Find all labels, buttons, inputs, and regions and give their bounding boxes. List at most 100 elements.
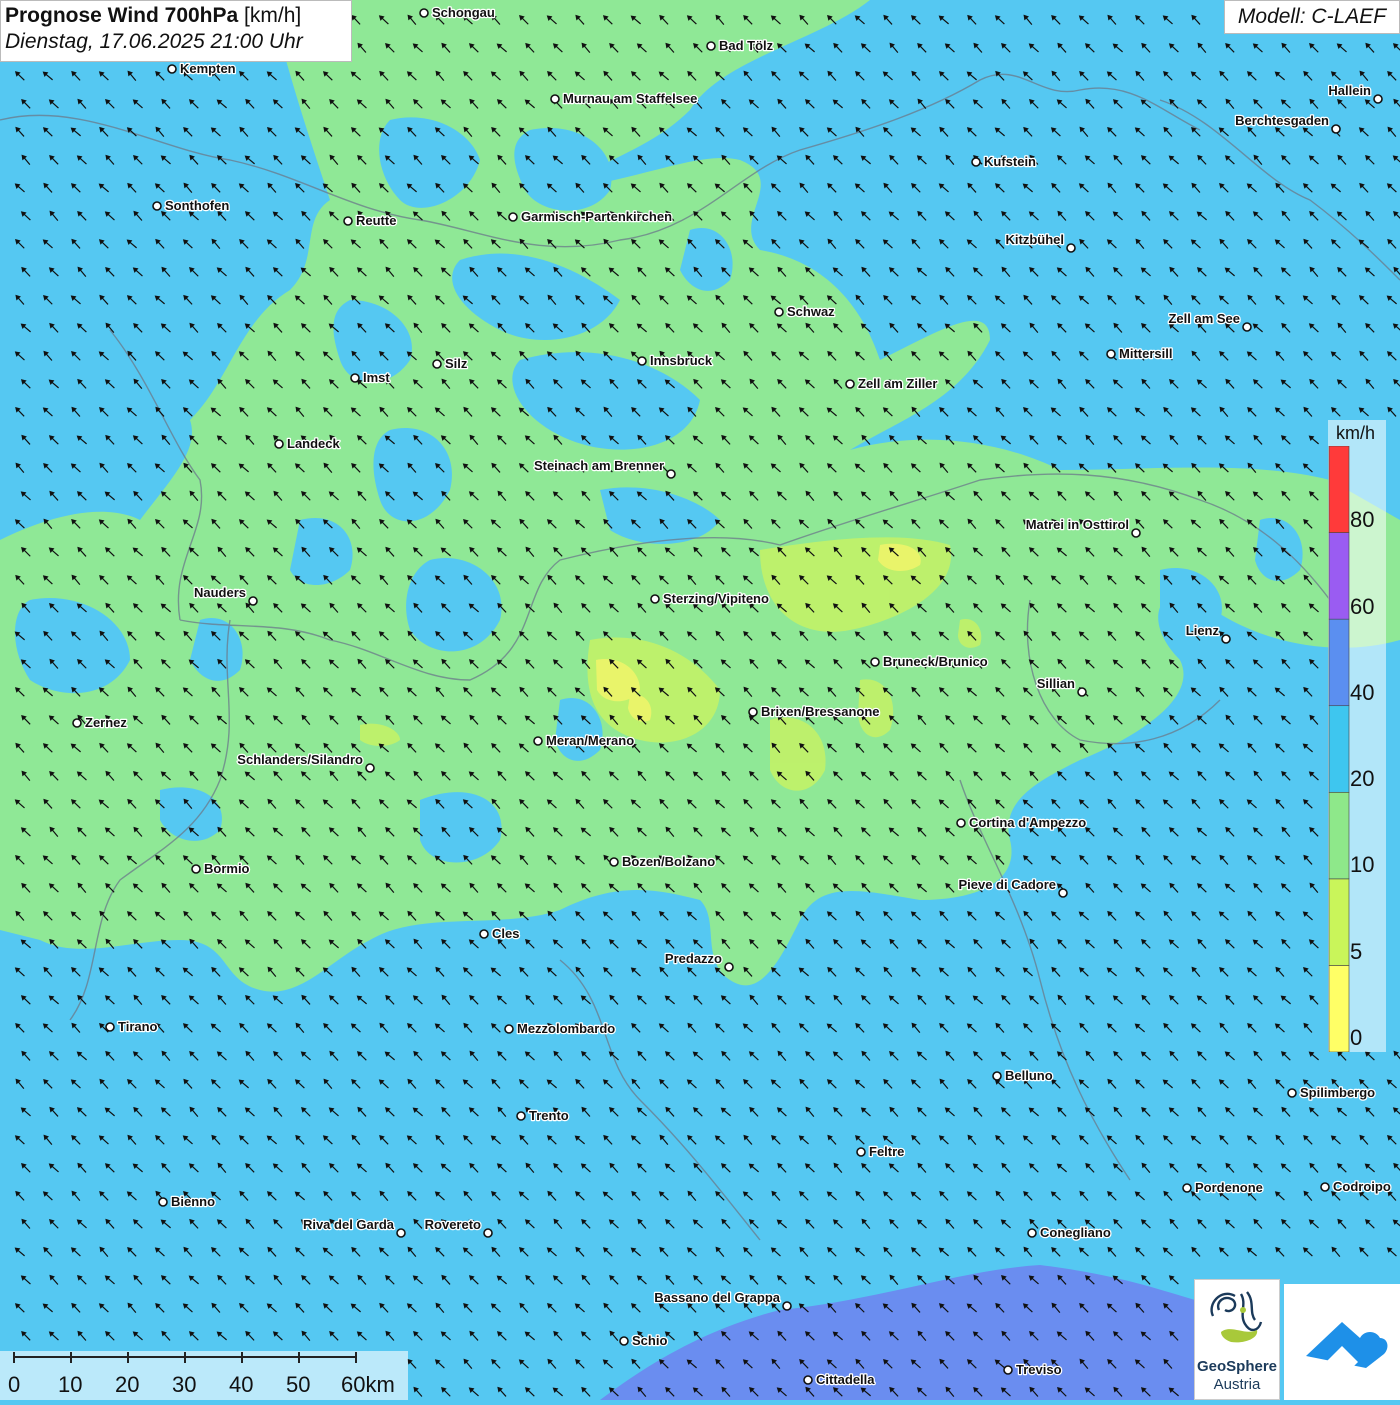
city-marker: Sterzing/Vipiteno: [650, 590, 770, 607]
city-marker: Bruneck/Brunico: [870, 653, 989, 670]
city-label: Schwaz: [787, 304, 835, 319]
legend-colorbar: [1328, 446, 1350, 1052]
city-label: Predazzo: [665, 951, 722, 966]
geosphere-name: GeoSphere: [1196, 1358, 1278, 1375]
city-label: Cittadella: [816, 1372, 875, 1387]
wind-forecast-map[interactable]: Schongau Bad Tölz Kempten Murnau am Staffel…: [0, 0, 1400, 1400]
city-marker: Brixen/Bressanone: [748, 703, 881, 720]
city-label: Schongau: [432, 5, 495, 20]
city-label: Schlanders/Silandro: [237, 752, 363, 767]
legend-label-10: 10: [1350, 852, 1375, 877]
city-label: Sterzing/Vipiteno: [663, 591, 769, 606]
city-label: Murnau am Staffelsee: [563, 91, 697, 106]
city-label: Conegliano: [1040, 1225, 1111, 1240]
city-label: Mittersill: [1119, 346, 1172, 361]
legend-bin: [1328, 705, 1350, 793]
city-marker: Pordenone: [1182, 1179, 1264, 1196]
city-label: Lienz: [1186, 623, 1220, 638]
city-label: Cles: [492, 926, 519, 941]
city-label: Matrei in Osttirol: [1026, 517, 1129, 532]
legend-bin: [1328, 446, 1350, 533]
geosphere-swirl-icon: [1210, 1291, 1263, 1343]
city-label: Brixen/Bressanone: [761, 704, 880, 719]
city-label: Garmisch-Partenkirchen: [521, 209, 672, 224]
city-label: Reutte: [356, 213, 396, 228]
city-label: Silz: [445, 356, 468, 371]
city-marker: Zell am Ziller: [845, 375, 939, 392]
legend-label-0: 0: [1350, 1025, 1363, 1050]
scale-label-20: 20: [115, 1372, 140, 1397]
city-marker: Schongau: [419, 4, 496, 21]
legend-bin: [1328, 532, 1350, 620]
scale-label-10: 10: [58, 1372, 83, 1397]
map-title-unit: [km/h]: [244, 4, 302, 27]
scale-label-40: 40: [229, 1372, 254, 1397]
city-label: Zernez: [85, 715, 127, 730]
city-marker: Garmisch-Partenkirchen: [508, 208, 673, 225]
city-label: Nauders: [194, 585, 246, 600]
city-label: Bruneck/Brunico: [883, 654, 988, 669]
city-marker: Cortina d'Ampezzo: [956, 814, 1088, 831]
cloud-app-logo[interactable]: [1284, 1284, 1400, 1400]
city-label: Spilimbergo: [1300, 1085, 1375, 1100]
city-label: Pordenone: [1195, 1180, 1263, 1195]
city-label: Bienno: [171, 1194, 215, 1209]
model-label: Modell: C-LAEF: [1224, 0, 1400, 34]
map-title-main: Prognose Wind 700hPa: [5, 4, 239, 27]
legend-label-80: 80: [1350, 507, 1375, 532]
city-marker: Spilimbergo: [1287, 1084, 1376, 1101]
forecast-datetime: Dienstag, 17.06.2025 21:00 Uhr: [5, 30, 303, 53]
legend-bin: [1328, 965, 1350, 1052]
city-marker: Murnau am Staffelsee: [550, 90, 699, 107]
legend-label-40: 40: [1350, 680, 1375, 705]
cloud-arrow-icon: [1306, 1322, 1388, 1372]
city-label: Sonthofen: [165, 198, 229, 213]
geosphere-logo[interactable]: GeoSphere Austria: [1194, 1279, 1280, 1400]
city-label: Tirano: [118, 1019, 158, 1034]
title-box: Prognose Wind 700hPa [km/h] Dienstag, 17…: [0, 0, 352, 62]
legend-bin: [1328, 878, 1350, 966]
city-label: Hallein: [1328, 83, 1371, 98]
city-label: Bassano del Grappa: [654, 1290, 780, 1305]
legend-label-5: 5: [1350, 939, 1363, 964]
scale-bar: [13, 1352, 357, 1363]
city-label: Feltre: [869, 1144, 904, 1159]
city-label: Bad Tölz: [719, 38, 774, 53]
city-marker: Sonthofen: [152, 197, 231, 214]
city-marker: Mezzolombardo: [504, 1020, 617, 1037]
city-label: Imst: [363, 370, 390, 385]
city-label: Trento: [529, 1108, 569, 1123]
geosphere-subtitle: Austria: [1213, 1376, 1261, 1393]
city-label: Schio: [632, 1333, 667, 1348]
city-marker: Innsbruck: [637, 352, 714, 369]
scale-label-30: 30: [172, 1372, 197, 1397]
legend-label-60: 60: [1350, 594, 1375, 619]
scale-label-0: 0: [8, 1372, 21, 1397]
city-label: Bormio: [204, 861, 250, 876]
scale-label-60: 60km: [341, 1372, 395, 1397]
city-label: Riva del Garda: [303, 1217, 395, 1232]
city-label: Codroipo: [1333, 1179, 1391, 1194]
city-label: Berchtesgaden: [1235, 113, 1329, 128]
city-label: Innsbruck: [650, 353, 713, 368]
legend-unit: km/h: [1336, 423, 1376, 443]
city-marker: Meran/Merano: [533, 732, 635, 749]
city-label: Sillian: [1037, 676, 1075, 691]
legend-label-20: 20: [1350, 766, 1375, 791]
city-label: Landeck: [287, 436, 341, 451]
city-label: Cortina d'Ampezzo: [969, 815, 1086, 830]
city-label: Zell am See: [1168, 311, 1240, 326]
city-label: Meran/Merano: [546, 733, 634, 748]
city-label: Pieve di Cadore: [958, 877, 1056, 892]
legend-bin: [1328, 791, 1350, 880]
city-label: Bozen/Bolzano: [622, 854, 715, 869]
city-label: Mezzolombardo: [517, 1021, 615, 1036]
city-label: Rovereto: [425, 1217, 481, 1232]
scale-label-50: 50: [286, 1372, 311, 1397]
city-marker: Bozen/Bolzano: [609, 853, 716, 870]
city-label: Zell am Ziller: [858, 376, 937, 391]
city-label: Kufstein: [984, 154, 1036, 169]
city-label: Treviso: [1016, 1362, 1062, 1377]
city-marker: Conegliano: [1027, 1224, 1112, 1241]
city-label: Belluno: [1005, 1068, 1053, 1083]
